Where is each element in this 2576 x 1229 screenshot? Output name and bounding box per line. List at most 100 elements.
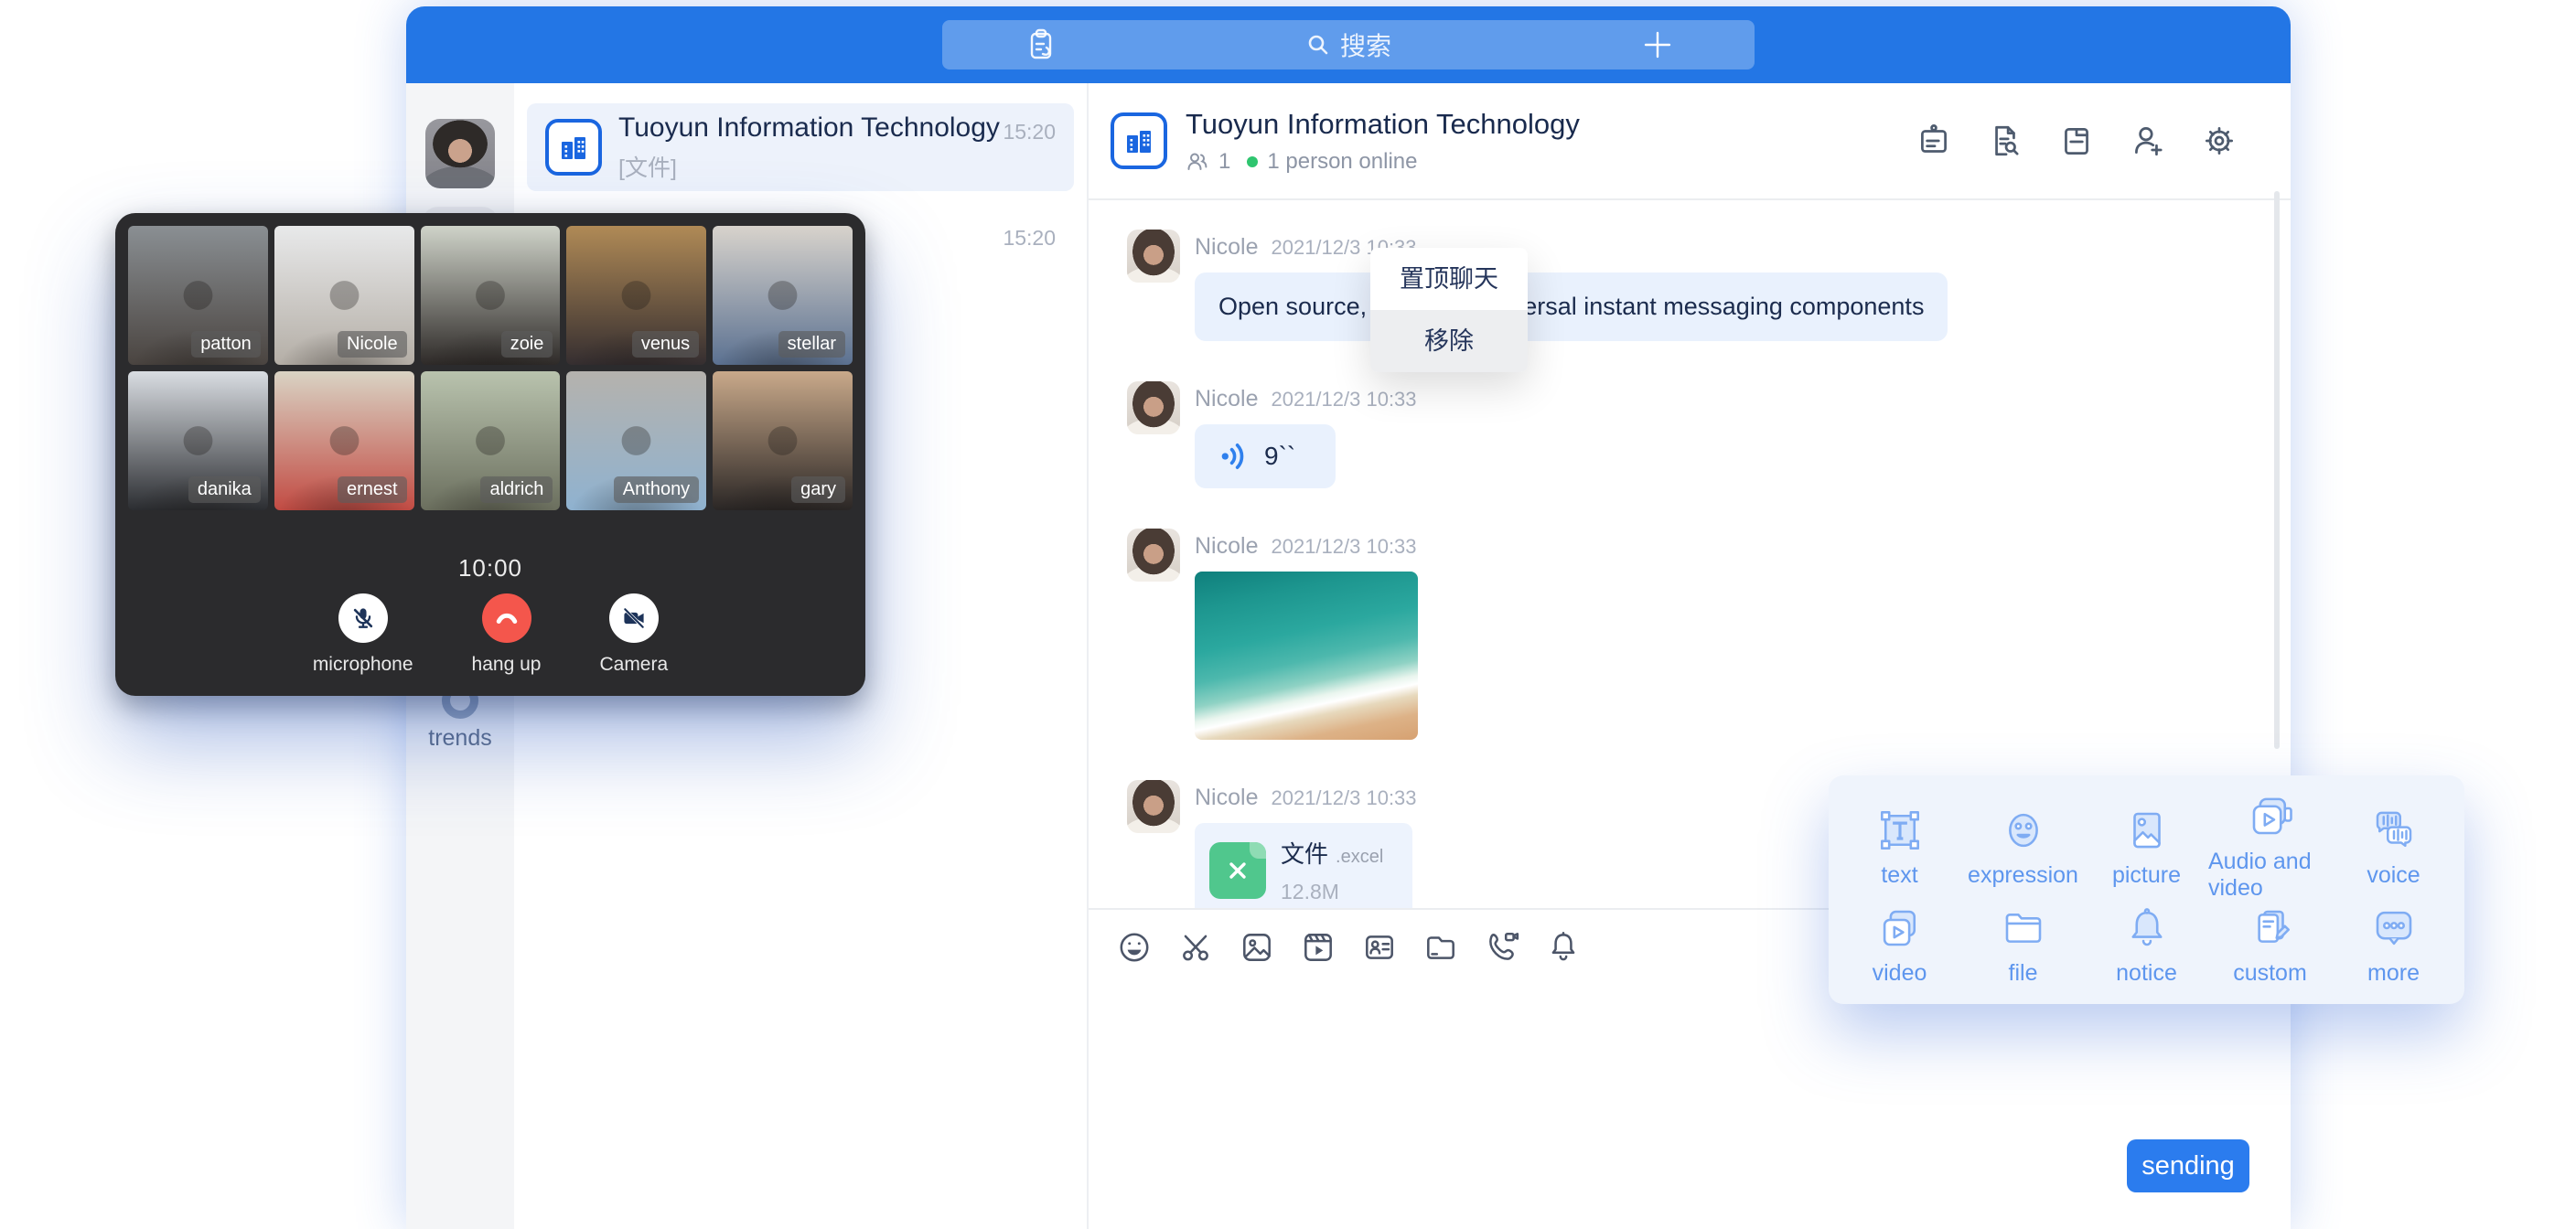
participant-video-tile: gary bbox=[713, 371, 853, 510]
sender-avatar[interactable] bbox=[1127, 529, 1180, 582]
hang-up-button[interactable] bbox=[482, 593, 531, 643]
panel-item-custom[interactable]: custom bbox=[2208, 902, 2332, 988]
participant-name: gary bbox=[791, 476, 845, 503]
microphone-toggle-button[interactable] bbox=[338, 593, 388, 643]
sender-avatar[interactable] bbox=[1127, 780, 1180, 833]
contact-card-icon[interactable] bbox=[1361, 929, 1398, 966]
send-button[interactable]: sending bbox=[2127, 1139, 2249, 1192]
microphone-label: microphone bbox=[313, 654, 413, 676]
conversation-time: 15:20 bbox=[1003, 103, 1056, 144]
file-icon[interactable] bbox=[2056, 121, 2097, 161]
participant-name: danika bbox=[188, 476, 261, 503]
message-sender: Nicole bbox=[1195, 785, 1258, 811]
message: Nicole 2021/12/3 10:33 9`` bbox=[1127, 381, 2291, 488]
participant-video-tile: danika bbox=[128, 371, 268, 510]
participant-video-tile: zoie bbox=[421, 226, 561, 365]
chat-panel: Tuoyun Information Technology 1 1 person… bbox=[1089, 83, 2291, 1229]
panel-item-video[interactable]: video bbox=[1838, 902, 1961, 988]
sender-avatar[interactable] bbox=[1127, 230, 1180, 283]
search-bar[interactable]: 搜索 bbox=[942, 20, 1755, 69]
participant-video-tile: Nicole bbox=[274, 226, 414, 365]
message: Nicole 2021/12/3 10:33 bbox=[1127, 529, 2291, 740]
expression-icon bbox=[1999, 806, 2048, 855]
participant-video-tile: patton bbox=[128, 226, 268, 365]
custom-doc-icon bbox=[2246, 903, 2295, 953]
participant-video-tile: stellar bbox=[713, 226, 853, 365]
file-size: 12.8M bbox=[1281, 880, 1383, 904]
conversation-title: Tuoyun Information Technology bbox=[618, 112, 986, 144]
file-extension: .excel bbox=[1336, 847, 1383, 868]
conversation-item[interactable]: Tuoyun Information Technology [文件] 15:20 bbox=[527, 103, 1074, 191]
my-profile-avatar[interactable] bbox=[425, 119, 495, 188]
video-icon[interactable] bbox=[1300, 929, 1336, 966]
organization-icon bbox=[545, 119, 602, 176]
panel-item-label: more bbox=[2367, 960, 2420, 987]
notice-bell-icon bbox=[2122, 903, 2172, 953]
search-label: 搜索 bbox=[1340, 27, 1391, 63]
search-icon bbox=[1305, 32, 1331, 58]
organization-icon bbox=[1111, 112, 1167, 169]
chat-header: Tuoyun Information Technology 1 1 person… bbox=[1089, 83, 2291, 200]
panel-item-label: text bbox=[1881, 862, 1917, 889]
panel-item-notice[interactable]: notice bbox=[2085, 902, 2208, 988]
menu-item-pin-chat[interactable]: 置顶聊天 bbox=[1370, 248, 1528, 310]
panel-item-label: expression bbox=[1968, 862, 2078, 889]
more-bubble-icon bbox=[2369, 903, 2419, 953]
settings-icon[interactable] bbox=[2199, 121, 2239, 161]
panel-item-audio-video[interactable]: Audio and video bbox=[2208, 792, 2332, 902]
message-sender: Nicole bbox=[1195, 234, 1258, 261]
picture-panel-icon bbox=[2122, 806, 2172, 855]
image-message-beach-photo[interactable] bbox=[1195, 572, 1418, 740]
message: Nicole 2021/12/3 10:33 Open source, free… bbox=[1127, 230, 2291, 341]
hang-up-label: hang up bbox=[472, 654, 542, 676]
conversation-last-message: [文件] bbox=[618, 150, 986, 183]
video-call-icon[interactable] bbox=[1484, 929, 1520, 966]
message-timestamp: 2021/12/3 10:33 bbox=[1271, 786, 1416, 810]
camera-toggle-button[interactable] bbox=[609, 593, 659, 643]
trends-label: trends bbox=[406, 725, 514, 752]
message-timestamp: 2021/12/3 10:33 bbox=[1271, 388, 1416, 411]
voice-message-bubble[interactable]: 9`` bbox=[1195, 424, 1336, 488]
notification-bell-icon[interactable] bbox=[1545, 929, 1582, 966]
file-message-card[interactable]: 文件 .excel 12.8M bbox=[1195, 823, 1412, 908]
titlebar: 搜索 bbox=[406, 6, 2291, 83]
participant-name: patton bbox=[191, 331, 261, 358]
message-sender: Nicole bbox=[1195, 386, 1258, 412]
folder-icon[interactable] bbox=[1422, 929, 1459, 966]
panel-item-voice[interactable]: voice bbox=[2332, 792, 2455, 902]
online-status: 1 person online bbox=[1267, 149, 1417, 175]
panel-item-expression[interactable]: expression bbox=[1961, 792, 2085, 902]
voice-duration: 9`` bbox=[1264, 442, 1295, 471]
add-member-icon[interactable] bbox=[2128, 121, 2168, 161]
sender-avatar[interactable] bbox=[1127, 381, 1180, 434]
screenshot-scissors-icon[interactable] bbox=[1177, 929, 1214, 966]
participant-name: Anthony bbox=[614, 476, 699, 503]
panel-item-label: video bbox=[1873, 960, 1927, 987]
search-field[interactable]: 搜索 bbox=[942, 20, 1755, 69]
menu-item-remove[interactable]: 移除 bbox=[1370, 310, 1528, 372]
call-controls: microphone hang up Camera bbox=[128, 593, 853, 676]
voice-panel-icon bbox=[2369, 806, 2419, 855]
hang-up-icon bbox=[493, 604, 521, 632]
group-board-icon[interactable] bbox=[1914, 121, 1954, 161]
members-icon bbox=[1186, 150, 1209, 174]
panel-item-text[interactable]: text bbox=[1838, 792, 1961, 902]
message-scrollbar[interactable] bbox=[2274, 191, 2280, 749]
emoji-icon[interactable] bbox=[1116, 929, 1153, 966]
picture-icon[interactable] bbox=[1239, 929, 1275, 966]
participant-name: ernest bbox=[338, 476, 407, 503]
panel-item-file[interactable]: file bbox=[1961, 902, 2085, 988]
chat-history-search-icon[interactable] bbox=[1985, 121, 2025, 161]
file-folder-icon bbox=[1999, 903, 2048, 953]
online-dot bbox=[1247, 156, 1258, 167]
conversation-context-menu: 置顶聊天 移除 bbox=[1370, 248, 1528, 372]
panel-item-picture[interactable]: picture bbox=[2085, 792, 2208, 902]
participant-name: venus bbox=[632, 331, 699, 358]
file-name: 文件 bbox=[1281, 836, 1328, 870]
member-count: 1 bbox=[1218, 149, 1230, 175]
text-icon bbox=[1875, 806, 1925, 855]
excel-file-icon bbox=[1209, 842, 1266, 899]
message-input-area[interactable]: sending bbox=[1089, 985, 2291, 1229]
panel-item-more[interactable]: more bbox=[2332, 902, 2455, 988]
call-timer: 10:00 bbox=[128, 554, 853, 582]
